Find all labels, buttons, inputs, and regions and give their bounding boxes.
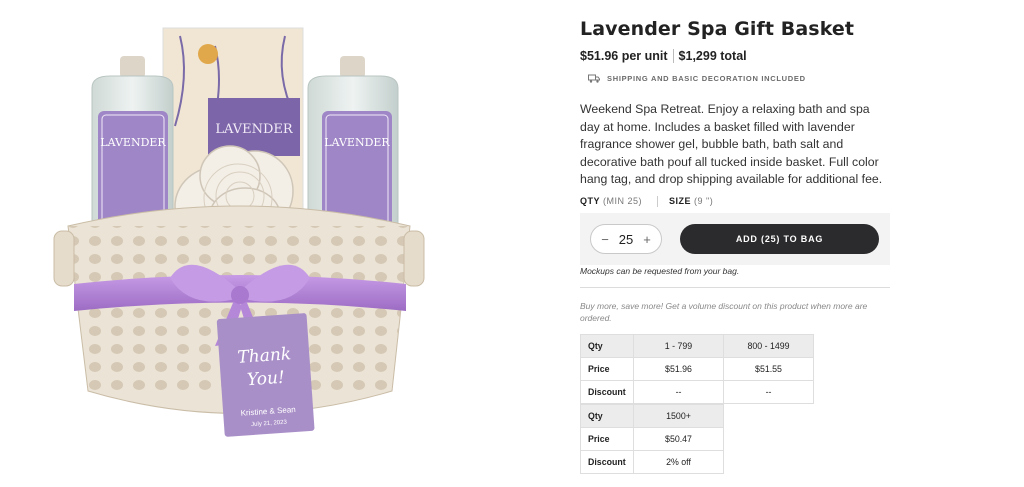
table-row: Discount -- -- (580, 380, 814, 404)
discount-header: Discount (580, 450, 634, 474)
section-divider (580, 287, 890, 288)
tier-price: $50.47 (633, 427, 724, 451)
qty-header: Qty (580, 404, 634, 428)
unit-price: $51.96 per unit (580, 49, 668, 63)
shipping-note: SHIPPING AND BASIC DECORATION INCLUDED (588, 74, 900, 83)
product-title: Lavender Spa Gift Basket (580, 18, 855, 40)
tier-price: $51.55 (723, 357, 814, 381)
table-row: Price $50.47 (580, 427, 724, 451)
tag-line2: You! (246, 368, 285, 391)
quantity-value[interactable]: 25 (619, 232, 633, 247)
tier-discount: 2% off (633, 450, 724, 474)
tier-price: $51.96 (633, 357, 724, 381)
shipping-text: SHIPPING AND BASIC DECORATION INCLUDED (607, 74, 806, 83)
gift-basket-illustration: LAVENDER LAVENDER LAVENDER Thank You! Kr… (53, 27, 425, 437)
truck-icon (588, 74, 600, 83)
discount-header: Discount (580, 380, 634, 404)
add-to-bag-panel: − 25 + ADD (25) TO BAG (580, 213, 890, 265)
size-label: SIZE (669, 196, 692, 207)
table-row: Qty 1 - 799 800 - 1499 (580, 334, 814, 358)
size-value: (9 ") (694, 196, 714, 207)
right-bottle-label: LAVENDER (324, 136, 390, 149)
left-bottle-label: LAVENDER (100, 136, 166, 149)
tier-range: 1 - 799 (633, 334, 724, 358)
product-description: Weekend Spa Retreat. Enjoy a relaxing ba… (580, 102, 883, 187)
tier-discount: -- (723, 380, 814, 404)
add-to-bag-button[interactable]: ADD (25) TO BAG (680, 224, 879, 254)
tier-range: 800 - 1499 (723, 334, 814, 358)
tier-range: 1500+ (633, 404, 724, 428)
volume-discount-note: Buy more, save more! Get a volume discou… (580, 301, 868, 323)
qty-label: QTY (580, 196, 601, 207)
price-divider (672, 49, 674, 63)
total-price: $1,299 total (678, 49, 747, 63)
table-row: Discount 2% off (580, 450, 724, 474)
pricing-table: Qty 1500+ Price $50.47 Discount 2% off (580, 404, 724, 474)
box-label: LAVENDER (215, 122, 294, 137)
decrement-button[interactable]: − (599, 232, 611, 247)
product-image: LAVENDER LAVENDER LAVENDER Thank You! Kr… (40, 16, 450, 446)
price-header: Price (580, 357, 634, 381)
increment-button[interactable]: + (641, 232, 653, 247)
options-row: QTY (MIN 25) SIZE (9 ") (580, 195, 900, 207)
price-header: Price (580, 427, 634, 451)
price-line: $51.96 per unit $1,299 total (580, 49, 900, 63)
tag-line1: Thank (237, 344, 292, 368)
options-divider (657, 195, 659, 207)
qty-header: Qty (580, 334, 634, 358)
mockups-note: Mockups can be requested from your bag. (580, 266, 740, 276)
tier-discount: -- (633, 380, 724, 404)
product-details: Lavender Spa Gift Basket $51.96 per unit… (580, 18, 900, 207)
pricing-table: Qty 1 - 799 800 - 1499 Price $51.96 $51.… (580, 334, 814, 404)
quantity-stepper: − 25 + (590, 224, 662, 254)
table-row: Price $51.96 $51.55 (580, 357, 814, 381)
table-row: Qty 1500+ (580, 404, 724, 428)
qty-min: (MIN 25) (603, 196, 643, 207)
